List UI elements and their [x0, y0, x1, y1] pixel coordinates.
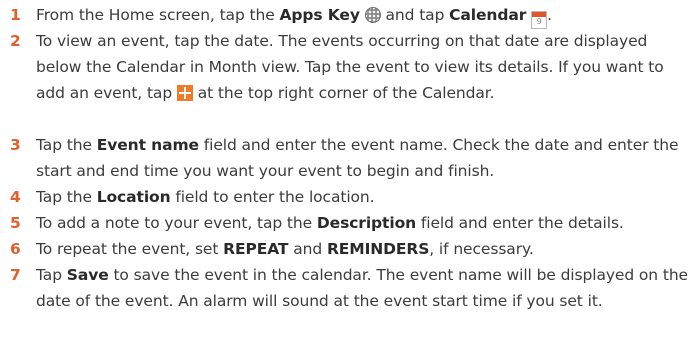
step-text-segment: field to enter the location. — [170, 188, 375, 206]
step-text: From the Home screen, tap the Apps Key a… — [36, 2, 696, 29]
repeat-label: REPEAT — [223, 240, 289, 258]
step-2: 2 To view an event, tap the date. The ev… — [0, 28, 696, 106]
step-text-segment: Tap the — [36, 136, 97, 154]
calendar-label: Calendar — [449, 6, 527, 24]
step-4: 4 Tap the Location field to enter the lo… — [0, 184, 696, 210]
step-text: Tap the Location field to enter the loca… — [36, 184, 696, 210]
calendar-instructions: 1 From the Home screen, tap the Apps Key… — [0, 0, 696, 358]
step-number: 3 — [10, 136, 21, 154]
step-text-segment: , if necessary. — [429, 240, 534, 258]
reminders-label: REMINDERS — [326, 240, 430, 258]
step-7: 7 Tap Save to save the event in the cale… — [0, 262, 696, 314]
plus-icon — [176, 85, 193, 101]
apps-key-label: Apps Key — [279, 6, 360, 24]
step-5: 5 To add a note to your event, tap the D… — [0, 210, 696, 236]
step-3: 3 Tap the Event name field and enter the… — [0, 132, 696, 184]
step-text-segment: and — [288, 240, 327, 258]
step-number: 4 — [10, 188, 21, 206]
step-number: 5 — [10, 214, 21, 232]
step-text-segment: Tap the — [36, 188, 97, 206]
step-1: 1 From the Home screen, tap the Apps Key… — [0, 2, 696, 29]
step-text-segment: and tap — [380, 6, 450, 24]
step-text-segment: . — [547, 6, 552, 24]
apps-key-icon — [364, 7, 381, 23]
event-name-label: Event name — [96, 136, 199, 154]
step-text: To repeat the event, set REPEAT and REMI… — [36, 236, 696, 262]
step-number: 1 — [10, 6, 21, 24]
step-number: 6 — [10, 240, 21, 258]
calendar-icon-day: 9 — [536, 17, 542, 26]
step-text: To view an event, tap the date. The even… — [36, 28, 696, 106]
step-text-segment: at the top right corner of the Calendar. — [192, 84, 495, 102]
location-label: Location — [96, 188, 171, 206]
step-number: 7 — [10, 266, 21, 284]
step-text-segment: to save the event in the calendar. The e… — [36, 266, 688, 310]
step-text-segment: From the Home screen, tap the — [36, 6, 280, 24]
step-number: 2 — [10, 32, 21, 50]
description-label: Description — [316, 214, 417, 232]
step-text-segment: To add a note to your event, tap the — [36, 214, 317, 232]
step-text: To add a note to your event, tap the Des… — [36, 210, 696, 236]
step-6: 6 To repeat the event, set REPEAT and RE… — [0, 236, 696, 262]
step-text: Tap the Event name field and enter the e… — [36, 132, 696, 184]
step-text-segment: To repeat the event, set — [36, 240, 224, 258]
save-label: Save — [66, 266, 109, 284]
step-text-segment: field and enter the details. — [416, 214, 624, 232]
calendar-icon: 9 — [531, 11, 548, 29]
step-text-segment: Tap — [36, 266, 67, 284]
step-text: Tap Save to save the event in the calend… — [36, 262, 696, 314]
